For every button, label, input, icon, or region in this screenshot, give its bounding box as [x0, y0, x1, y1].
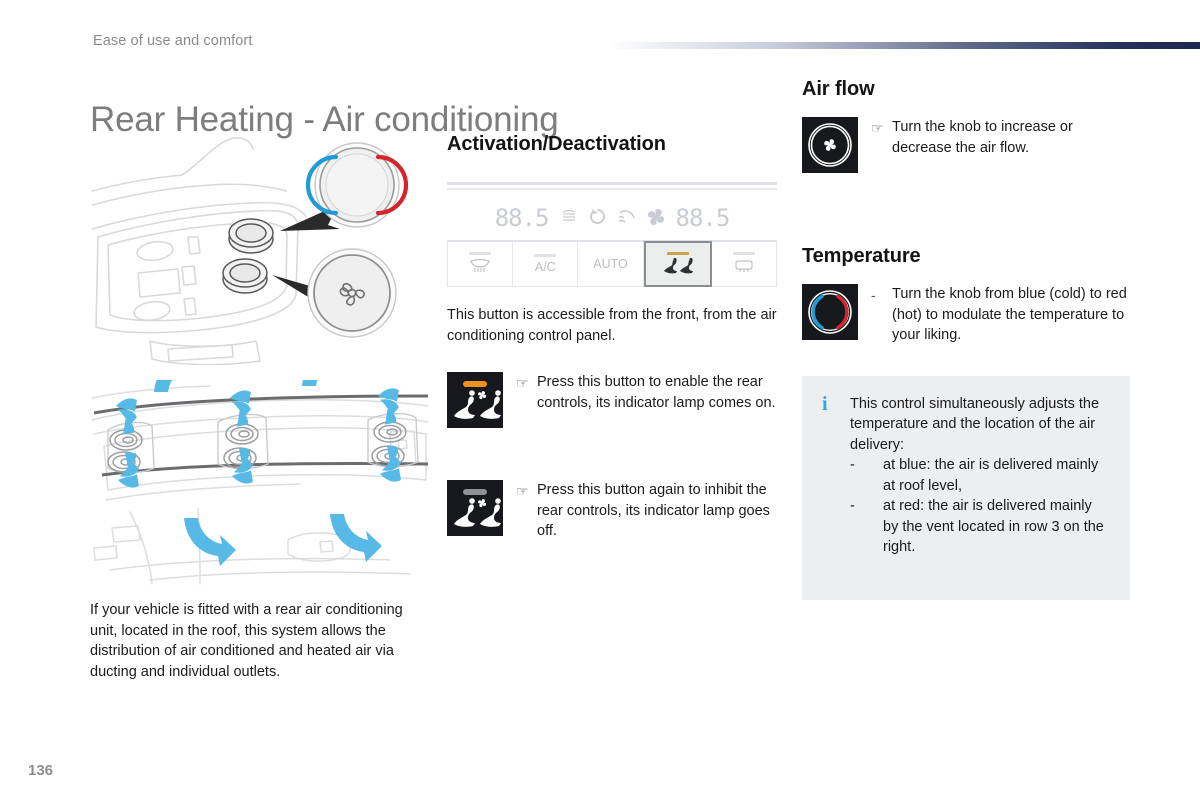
button-cap [534, 254, 557, 257]
button-cap [732, 252, 755, 255]
info-box-intro: This control simultaneously adjusts the … [850, 395, 1100, 453]
left-temperature-readout: 88.5 [494, 204, 550, 232]
bullet-dash: - [850, 457, 855, 473]
temperature-heading: Temperature [802, 245, 921, 267]
fan-icon [647, 208, 665, 229]
temperature-item: - Turn the knob from blue (cold) to red … [802, 284, 1132, 346]
panel-button-rear-screen-demist[interactable] [448, 242, 514, 286]
roof-console-knobs-illustration [90, 133, 430, 365]
info-box: i This control simultaneously adjusts th… [802, 375, 1130, 600]
middle-column: Activation/Deactivation 88.5 88.5 A/C AU… [447, 133, 777, 542]
control-panel-display: 88.5 88.5 [447, 196, 777, 242]
recirculation-icon [589, 208, 606, 228]
right-column: Air flow ☞ Turn the knob to increase or … [802, 78, 1132, 600]
panel-button-ac[interactable]: A/C [513, 242, 579, 286]
page-number: 136 [28, 762, 54, 779]
panel-button-label: AUTO [593, 257, 628, 271]
rear-screen-demist-icon [468, 258, 492, 276]
inhibit-rear-controls-text: Press this button again to inhibit the r… [537, 482, 770, 539]
fan-knob-diagram [307, 248, 397, 338]
panel-button-label: A/C [534, 260, 556, 274]
panel-button-rear-controls[interactable] [643, 241, 712, 287]
bullet-text: at red: the air is delivered mainly by t… [883, 498, 1104, 555]
bullet-text: at blue: the air is delivered mainly at … [883, 457, 1099, 494]
fan-knob-swatch [802, 117, 858, 173]
panel-top-rule-secondary [447, 188, 777, 190]
windscreen-demist-icon [733, 258, 755, 276]
info-box-body: This control simultaneously adjusts the … [850, 394, 1110, 558]
rear-controls-lamp-on-swatch [447, 372, 503, 428]
header-rule [608, 42, 1200, 49]
enable-rear-controls-text: Press this button to enable the rear con… [537, 374, 776, 411]
running-head: Ease of use and comfort [93, 33, 253, 49]
activation-deactivation-heading: Activation/Deactivation [447, 133, 666, 155]
auto-soft-icon [560, 208, 578, 229]
air-flow-heading: Air flow [802, 78, 875, 100]
air-flow-item: ☞ Turn the knob to increase or decrease … [802, 117, 1132, 173]
left-column-paragraph-wrap: If your vehicle is fitted with a rear ai… [90, 600, 425, 682]
list-item: - at blue: the air is delivered mainly a… [850, 455, 1110, 496]
ac-control-panel-illustration: 88.5 88.5 A/C AUTO [447, 182, 777, 287]
panel-button-auto[interactable]: AUTO [578, 242, 644, 286]
bullet-dash: - [850, 498, 855, 514]
info-icon: i [822, 392, 828, 415]
rear-controls-lamp-off-swatch [447, 480, 503, 536]
button-cap-highlighted [666, 251, 689, 255]
panel-button-windscreen-demist[interactable] [712, 242, 776, 286]
left-column [90, 133, 430, 590]
temperature-text: Turn the knob from blue (cold) to red (h… [892, 286, 1127, 343]
panel-top-rule [447, 182, 777, 185]
roof-air-vents-illustration [90, 380, 430, 590]
list-item: - at red: the air is delivered mainly by… [850, 496, 1110, 558]
dash-marker: - [871, 287, 876, 303]
air-flow-text: Turn the knob to increase or decrease th… [892, 119, 1073, 156]
pointing-hand-icon: ☞ [871, 120, 884, 136]
rear-controls-icon [661, 257, 695, 277]
button-access-paragraph: This button is accessible from the front… [447, 307, 777, 344]
temperature-knob-swatch [802, 284, 858, 340]
button-cap [469, 252, 492, 255]
pointing-hand-icon: ☞ [516, 483, 529, 499]
inhibit-rear-controls-item: ☞ Press this button again to inhibit the… [447, 480, 777, 542]
info-box-bullet-list: - at blue: the air is delivered mainly a… [850, 455, 1110, 558]
demist-icon [617, 208, 636, 228]
rear-ac-description: If your vehicle is fitted with a rear ai… [90, 602, 403, 680]
pointing-hand-icon: ☞ [516, 375, 529, 391]
enable-rear-controls-item: ☞ Press this button to enable the rear c… [447, 372, 777, 428]
control-panel-button-row: A/C AUTO [447, 241, 777, 287]
right-temperature-readout: 88.5 [675, 204, 731, 232]
